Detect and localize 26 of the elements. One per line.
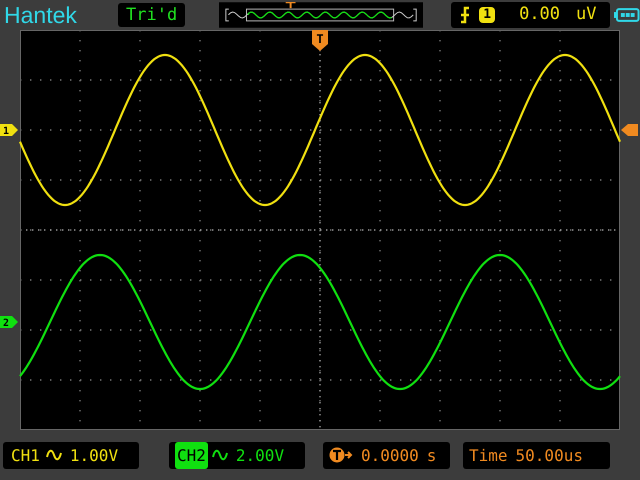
timebase-status[interactable]: Time 50.00us bbox=[463, 442, 610, 468]
ac-coupling-icon bbox=[46, 449, 62, 461]
timebase-value: 50.00us bbox=[516, 444, 583, 466]
trigger-position-marker[interactable]: T bbox=[312, 30, 328, 51]
brand-logo: Hantek bbox=[3, 1, 78, 30]
channel-name: CH1 bbox=[10, 444, 41, 466]
channel-status[interactable]: CH2 2.00V bbox=[169, 442, 305, 468]
channel-name: CH2 bbox=[175, 442, 208, 468]
battery-icon bbox=[614, 8, 640, 22]
trigger-position-value: 0.0000 bbox=[361, 444, 419, 466]
trigger-position-unit: s bbox=[426, 444, 436, 466]
channel-status[interactable]: CH1 1.00V bbox=[3, 442, 139, 468]
channel-marker[interactable]: 1 bbox=[0, 124, 18, 137]
ac-coupling-icon bbox=[212, 449, 228, 461]
timebase-label: Time bbox=[469, 444, 508, 466]
rising-edge-icon bbox=[459, 6, 472, 24]
trigger-arrow-icon bbox=[329, 447, 353, 463]
channel-scale: 1.00V bbox=[70, 444, 118, 466]
trigger-source: 1 bbox=[479, 7, 496, 23]
trigger-level-unit: uV bbox=[576, 3, 597, 26]
channel-scale: 2.00V bbox=[236, 444, 284, 466]
trigger-position-status[interactable]: 0.0000 s bbox=[323, 442, 450, 468]
channel-marker[interactable]: 2 bbox=[0, 316, 18, 329]
trigger-level: 0.00 bbox=[519, 3, 560, 26]
trigger-status: Tri'd bbox=[118, 3, 186, 27]
trigger-level-marker[interactable] bbox=[621, 124, 638, 136]
